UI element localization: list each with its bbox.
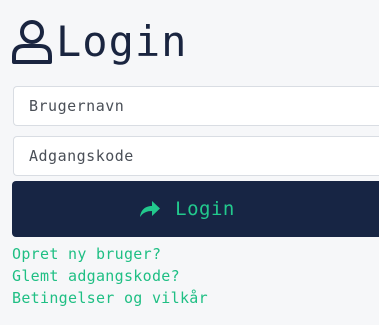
page-title: Login xyxy=(56,17,188,66)
user-icon xyxy=(10,18,54,66)
username-field[interactable] xyxy=(13,86,379,126)
login-button-label: Login xyxy=(175,198,235,220)
terms-link[interactable]: Betingelser og vilkår xyxy=(12,287,208,309)
login-header: Login xyxy=(10,16,187,68)
auth-links: Opret ny bruger? Glemt adgangskode? Beti… xyxy=(12,243,208,309)
password-field[interactable] xyxy=(13,136,379,176)
login-button[interactable]: Login xyxy=(12,181,379,237)
forgot-password-link[interactable]: Glemt adgangskode? xyxy=(12,265,208,287)
create-account-link[interactable]: Opret ny bruger? xyxy=(12,243,208,265)
share-arrow-icon xyxy=(139,200,161,218)
